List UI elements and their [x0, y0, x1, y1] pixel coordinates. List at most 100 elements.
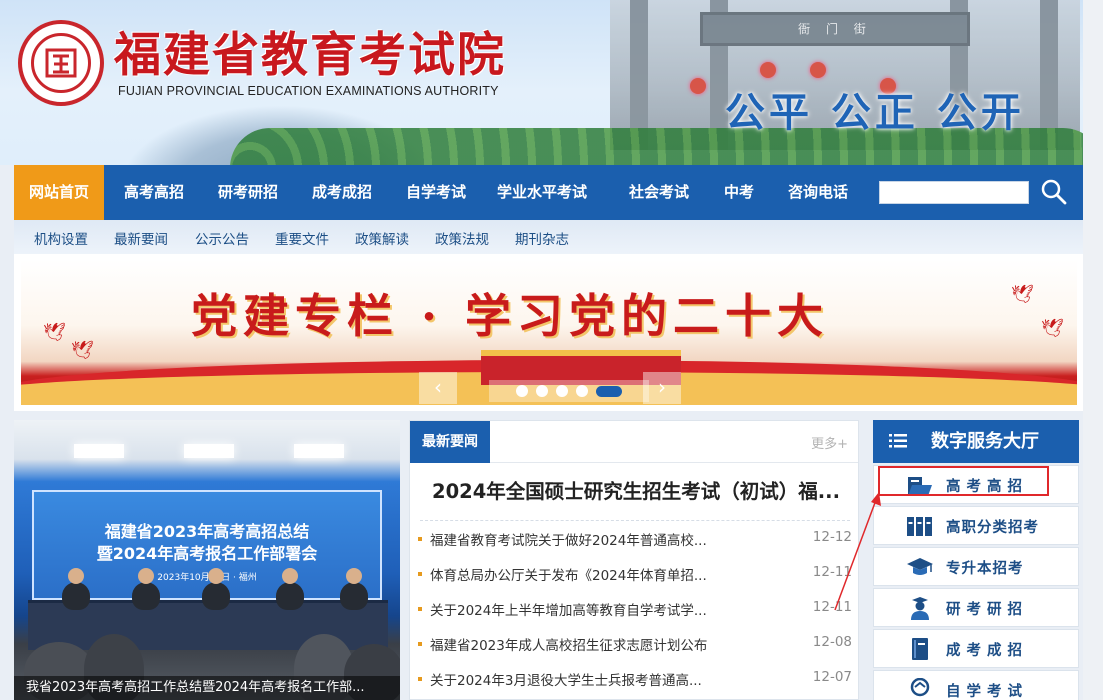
sub-nav: 机构设置 最新要闻 公示公告 重要文件 政策解读 政策法规 期刊杂志 — [14, 220, 1083, 254]
bullet-icon — [418, 572, 422, 576]
list-item[interactable]: 福建省教育考试院关于做好2024年普通高校... 12-12 — [418, 529, 854, 551]
person-head — [68, 568, 84, 584]
news-item-date: 12-08 — [812, 634, 852, 650]
person-head — [138, 568, 154, 584]
more-link[interactable]: 更多+ — [811, 433, 848, 452]
person-figure — [276, 582, 304, 610]
search-input[interactable] — [879, 181, 1029, 204]
subnav-item-notice[interactable]: 公示公告 — [195, 228, 249, 248]
subnav-item-regulations[interactable]: 政策法规 — [435, 228, 489, 248]
nav-item-zhongkao[interactable]: 中考 — [714, 165, 764, 220]
site-subtitle: FUJIAN PROVINCIAL EDUCATION EXAMINATIONS… — [118, 84, 499, 98]
carousel-dot[interactable] — [516, 385, 528, 397]
carousel-dot[interactable] — [556, 385, 568, 397]
service-item-label: 成考成招 — [946, 643, 1028, 659]
nav-item-shehui[interactable]: 社会考试 — [604, 165, 714, 220]
subnav-item-journals[interactable]: 期刊杂志 — [515, 228, 569, 248]
service-item-zhuanshengben[interactable]: 专升本招考 — [873, 547, 1079, 586]
stage-screen: 福建省2023年高考高招总结 暨2024年高考报名工作部署会 2023年10月1… — [32, 490, 382, 600]
dove-icon: 🕊 — [1011, 284, 1034, 305]
screen-line: 福建省2023年高考高招总结 — [104, 522, 310, 541]
ceiling-light — [74, 444, 124, 458]
news-item-title[interactable]: 关于2024年3月退役大学生士兵报考普通高... — [430, 669, 760, 689]
nav-item-gaokao[interactable]: 高考高招 — [104, 165, 204, 220]
bullet-icon — [418, 607, 422, 611]
featured-photo[interactable]: 福建省2023年高考高招总结 暨2024年高考报名工作部署会 2023年10月1… — [14, 420, 400, 700]
nav-item-home[interactable]: 网站首页 — [14, 165, 104, 220]
emblem-inner — [31, 33, 91, 93]
news-item-title[interactable]: 关于2024年上半年增加高等教育自学考试学... — [430, 599, 760, 619]
service-item-yankao[interactable]: 研考研招 — [873, 588, 1079, 627]
news-item-date: 12-07 — [812, 669, 852, 685]
person-figure — [340, 582, 368, 610]
notebook-icon — [912, 638, 928, 660]
nav-item-phone[interactable]: 咨询电话 — [764, 165, 872, 220]
service-item-label: 高职分类招考 — [946, 520, 1039, 536]
service-item-zikao[interactable]: 自学考试 — [873, 670, 1079, 700]
nav-item-zikao[interactable]: 自学考试 — [392, 165, 480, 220]
bullet-icon — [418, 537, 422, 541]
lantern-icon — [760, 62, 776, 78]
list-item[interactable]: 关于2024年上半年增加高等教育自学考试学... 12-11 — [418, 599, 854, 621]
list-menu-icon — [889, 434, 907, 448]
highlight-annotation — [878, 466, 1049, 496]
person-head — [282, 568, 298, 584]
subnav-item-jigou[interactable]: 机构设置 — [34, 228, 88, 248]
carousel-dot-active[interactable] — [596, 385, 622, 397]
service-item-chengkao[interactable]: 成考成招 — [873, 629, 1079, 668]
search-icon[interactable] — [1039, 177, 1069, 207]
news-item-title[interactable]: 福建省2023年成人高校招生征求志愿计划公布 — [430, 634, 760, 654]
nav-item-chengkao[interactable]: 成考成招 — [292, 165, 392, 220]
dove-icon: 🕊 — [1041, 318, 1064, 339]
lantern-icon — [810, 62, 826, 78]
carousel-dot[interactable] — [576, 385, 588, 397]
slogan: 公平 公正 公开 — [725, 89, 1025, 136]
ceiling-light — [294, 444, 344, 458]
service-header: 数字服务大厅 — [873, 420, 1079, 463]
bullet-icon — [418, 677, 422, 681]
dove-icon: 🕊 — [71, 340, 94, 361]
carousel-dot[interactable] — [536, 385, 548, 397]
subnav-item-documents[interactable]: 重要文件 — [275, 228, 329, 248]
subnav-item-news[interactable]: 最新要闻 — [114, 228, 168, 248]
news-item-title[interactable]: 福建省教育考试院关于做好2024年普通高校... — [430, 529, 760, 549]
subnav-item-policy-reading[interactable]: 政策解读 — [355, 228, 409, 248]
carousel-prev-button[interactable]: ‹ — [419, 372, 457, 404]
banner-slide[interactable]: 党建专栏 · 学习党的二十大 🕊 🕊 🕊 🕊 ‹ › — [21, 260, 1077, 405]
bullet-icon — [418, 642, 422, 646]
digital-service-hall: 数字服务大厅 高考高招 高职分类招考 专升本招考 研考研招 成考成招 自学考试 — [873, 420, 1083, 700]
ceiling-light — [184, 444, 234, 458]
page: 衙 门 街 福建省教育考试院 FUJIAN PROVINCIAL EDUCATI… — [0, 0, 1103, 700]
news-tab[interactable]: 最新要闻 — [410, 421, 490, 463]
graduate-person-icon — [911, 597, 929, 620]
page-margin — [1083, 0, 1103, 700]
service-title: 数字服务大厅 — [931, 431, 1039, 452]
news-item-title[interactable]: 体育总局办公厅关于发布《2024年体育单招... — [430, 564, 760, 584]
emblem-logo[interactable] — [18, 20, 104, 106]
service-item-label: 研考研招 — [946, 602, 1028, 618]
news-item-date: 12-12 — [812, 529, 852, 545]
gate-beam: 衙 门 街 — [700, 12, 970, 46]
person-head — [346, 568, 362, 584]
lantern-icon — [690, 78, 706, 94]
emblem-glyph-icon — [45, 48, 77, 78]
service-item-gaozhi[interactable]: 高职分类招考 — [873, 506, 1079, 545]
list-item[interactable]: 体育总局办公厅关于发布《2024年体育单招... 12-11 — [418, 564, 854, 586]
news-panel: 最新要闻 更多+ 2024年全国硕士研究生招生考试（初试）福... 福建省教育考… — [409, 420, 859, 700]
screen-line: 暨2024年高考报名工作部署会 — [96, 544, 318, 563]
news-header: 最新要闻 更多+ — [410, 421, 858, 463]
news-item-date: 12-11 — [812, 599, 852, 615]
news-headline[interactable]: 2024年全国硕士研究生招生考试（初试）福... — [432, 475, 842, 504]
photo-caption[interactable]: 我省2023年高考高招工作总结暨2024年高考报名工作部... — [14, 676, 400, 700]
self-study-icon — [910, 678, 930, 697]
list-item[interactable]: 关于2024年3月退役大学生士兵报考普通高... 12-07 — [418, 669, 854, 691]
divider — [420, 520, 850, 521]
banner-title: 党建专栏 · 学习党的二十大 — [191, 289, 830, 343]
person-figure — [132, 582, 160, 610]
site-title[interactable]: 福建省教育考试院 — [114, 16, 506, 85]
screen-date: 2023年10月11日 · 福州 — [157, 573, 257, 583]
nav-item-yankao[interactable]: 研考研招 — [204, 165, 292, 220]
banner-carousel: 党建专栏 · 学习党的二十大 🕊 🕊 🕊 🕊 ‹ › — [14, 254, 1083, 411]
nav-item-xueye[interactable]: 学业水平考试 — [480, 165, 604, 220]
list-item[interactable]: 福建省2023年成人高校招生征求志愿计划公布 12-08 — [418, 634, 854, 656]
